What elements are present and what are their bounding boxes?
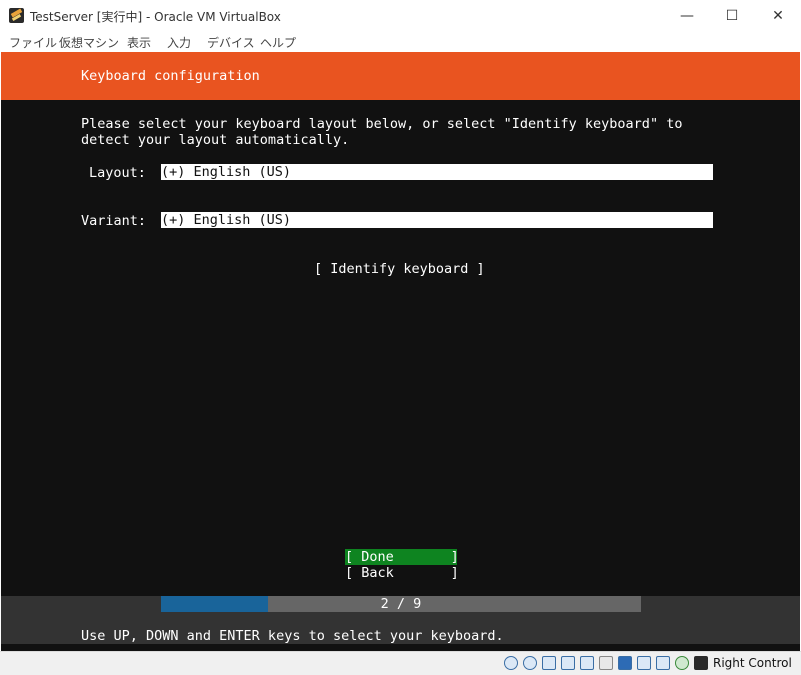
host-key-label: Right Control	[713, 656, 792, 670]
optical-drive-icon[interactable]	[523, 656, 537, 670]
done-button[interactable]: [ Done ]	[345, 549, 459, 565]
keyboard-capture-icon[interactable]	[694, 656, 708, 670]
close-button[interactable]: ✕	[755, 0, 801, 31]
window-titlebar: TestServer [実行中] - Oracle VM VirtualBox …	[0, 0, 801, 31]
instructions-line-2: detect your layout automatically.	[81, 132, 350, 148]
hard-disk-icon[interactable]	[504, 656, 518, 670]
layout-select[interactable]: (+) English (US)	[161, 164, 713, 180]
network-icon[interactable]	[561, 656, 575, 670]
variant-select[interactable]: (+) English (US)	[161, 212, 713, 228]
variant-label: Variant:	[81, 213, 147, 229]
back-button[interactable]: [ Back ]	[345, 565, 459, 581]
usb-icon[interactable]	[580, 656, 594, 670]
audio-icon[interactable]	[542, 656, 556, 670]
progress-bar: 2 / 9	[161, 596, 641, 612]
identify-keyboard-button[interactable]: [ Identify keyboard ]	[314, 261, 485, 277]
installer-header: Keyboard configuration	[1, 52, 800, 100]
menu-file[interactable]: ファイル	[9, 34, 57, 51]
keyboard-hint: Use UP, DOWN and ENTER keys to select yo…	[81, 628, 504, 644]
installer-footer: 2 / 9 Use UP, DOWN and ENTER keys to sel…	[1, 596, 800, 644]
shared-folder-icon[interactable]	[599, 656, 613, 670]
maximize-button[interactable]: ☐	[709, 0, 755, 31]
instructions-line-1: Please select your keyboard layout below…	[81, 116, 683, 132]
layout-label: Layout:	[89, 165, 146, 181]
page-title: Keyboard configuration	[81, 68, 260, 84]
display-icon[interactable]	[618, 656, 632, 670]
cpu-icon[interactable]	[656, 656, 670, 670]
window-title: TestServer [実行中] - Oracle VM VirtualBox	[30, 10, 281, 24]
minimize-button[interactable]: —	[664, 0, 710, 31]
statusbar: Right Control	[0, 651, 801, 675]
video-capture-icon[interactable]	[637, 656, 651, 670]
menubar: ファイル 仮想マシン 表示 入力 デバイス ヘルプ	[0, 31, 801, 53]
vm-display[interactable]: Keyboard configuration Please select you…	[1, 52, 800, 651]
menu-devices[interactable]: デバイス	[207, 34, 255, 51]
virtualbox-icon	[9, 8, 24, 23]
mouse-integration-icon[interactable]	[675, 656, 689, 670]
menu-machine[interactable]: 仮想マシン	[59, 34, 119, 51]
menu-help[interactable]: ヘルプ	[260, 34, 296, 51]
progress-label: 2 / 9	[380, 596, 422, 612]
menu-input[interactable]: 入力	[167, 34, 191, 51]
menu-view[interactable]: 表示	[127, 34, 151, 51]
